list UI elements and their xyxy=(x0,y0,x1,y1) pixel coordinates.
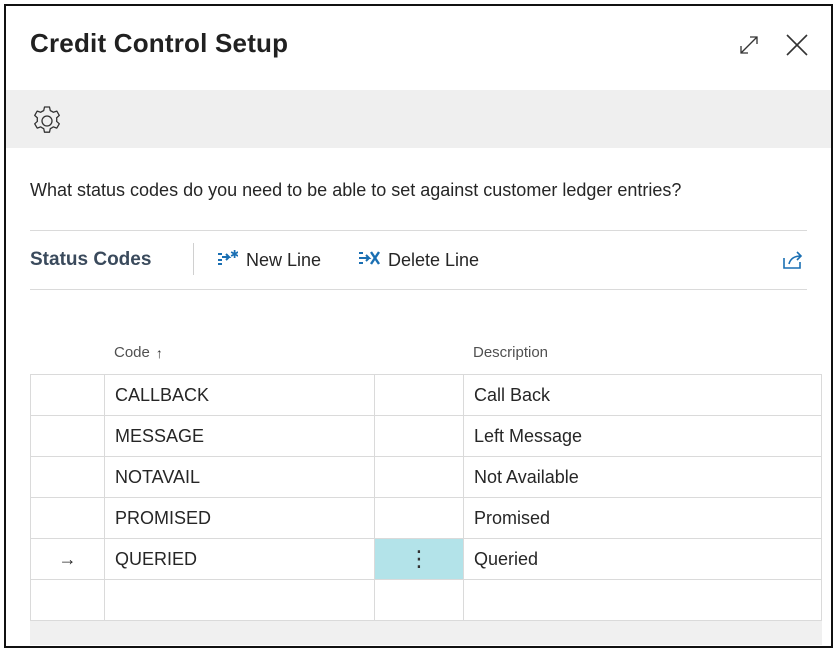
code-cell[interactable] xyxy=(104,579,375,621)
grid-rows: CALLBACK Call Back MESSAGE Left Message … xyxy=(30,374,822,621)
row-marker[interactable] xyxy=(30,456,105,498)
code-cell[interactable]: CALLBACK xyxy=(104,374,375,416)
credit-control-setup-dialog: Credit Control Setup What status codes d… xyxy=(4,4,833,648)
description-cell[interactable]: Promised xyxy=(463,497,822,539)
description-cell[interactable]: Left Message xyxy=(463,415,822,457)
column-header-code[interactable]: Code ↑ xyxy=(114,344,163,361)
delete-line-label: Delete Line xyxy=(388,249,480,270)
share-icon[interactable] xyxy=(781,249,805,271)
description-cell[interactable]: Not Available xyxy=(463,456,822,498)
row-actions-cell[interactable] xyxy=(374,579,464,621)
title-bar: Credit Control Setup xyxy=(6,6,831,90)
row-actions-button[interactable]: ⋮ xyxy=(374,538,464,580)
delete-line-button[interactable]: Delete Line xyxy=(358,247,479,273)
table-row[interactable]: PROMISED Promised xyxy=(30,497,822,539)
part-title: Status Codes xyxy=(30,249,152,270)
code-cell[interactable]: MESSAGE xyxy=(104,415,375,457)
table-row-new[interactable] xyxy=(30,579,822,621)
action-bar xyxy=(6,90,831,148)
code-cell[interactable]: PROMISED xyxy=(104,497,375,539)
column-header-description-label: Description xyxy=(473,344,549,361)
more-options-icon: ⋮ xyxy=(408,545,430,571)
row-actions-cell[interactable] xyxy=(374,374,464,416)
description-cell[interactable]: Call Back xyxy=(463,374,822,416)
table-row[interactable]: MESSAGE Left Message xyxy=(30,415,822,457)
close-icon[interactable] xyxy=(782,30,812,60)
column-header-description[interactable]: Description xyxy=(473,344,548,361)
row-actions-cell[interactable] xyxy=(374,497,464,539)
expand-icon[interactable] xyxy=(734,30,764,60)
row-marker[interactable] xyxy=(30,374,105,416)
svg-text:✱: ✱ xyxy=(230,248,238,261)
table-row[interactable]: NOTAVAIL Not Available xyxy=(30,456,822,498)
grid-footer xyxy=(30,621,822,645)
sort-ascending-icon: ↑ xyxy=(155,344,163,361)
row-marker[interactable] xyxy=(30,415,105,457)
header-separator xyxy=(193,243,194,275)
row-marker[interactable] xyxy=(30,497,105,539)
new-line-button[interactable]: ✱ New Line xyxy=(216,247,321,273)
description-cell[interactable] xyxy=(463,579,822,621)
status-codes-part-header: Status Codes ✱ New Line xyxy=(30,230,807,290)
table-row-selected[interactable]: → QUERIED ⋮ Queried xyxy=(30,538,822,580)
row-actions-cell[interactable] xyxy=(374,415,464,457)
row-marker[interactable] xyxy=(30,579,105,621)
code-cell[interactable]: NOTAVAIL xyxy=(104,456,375,498)
instruction-text: What status codes do you need to be able… xyxy=(30,180,682,200)
table-row[interactable]: CALLBACK Call Back xyxy=(30,374,822,416)
code-cell[interactable]: QUERIED xyxy=(104,538,375,580)
new-line-icon: ✱ xyxy=(216,248,246,273)
grid-column-headers: Code ↑ Description xyxy=(30,330,822,374)
row-actions-cell[interactable] xyxy=(374,456,464,498)
status-codes-grid: Code ↑ Description CALLBACK Call Back ME… xyxy=(30,330,822,645)
description-cell[interactable]: Queried xyxy=(463,538,822,580)
gear-icon[interactable] xyxy=(30,104,64,138)
delete-line-icon xyxy=(358,248,388,273)
new-line-label: New Line xyxy=(246,249,322,270)
dialog-title: Credit Control Setup xyxy=(30,28,289,58)
column-header-code-label: Code xyxy=(114,344,150,361)
current-row-arrow-icon[interactable]: → xyxy=(30,538,105,580)
